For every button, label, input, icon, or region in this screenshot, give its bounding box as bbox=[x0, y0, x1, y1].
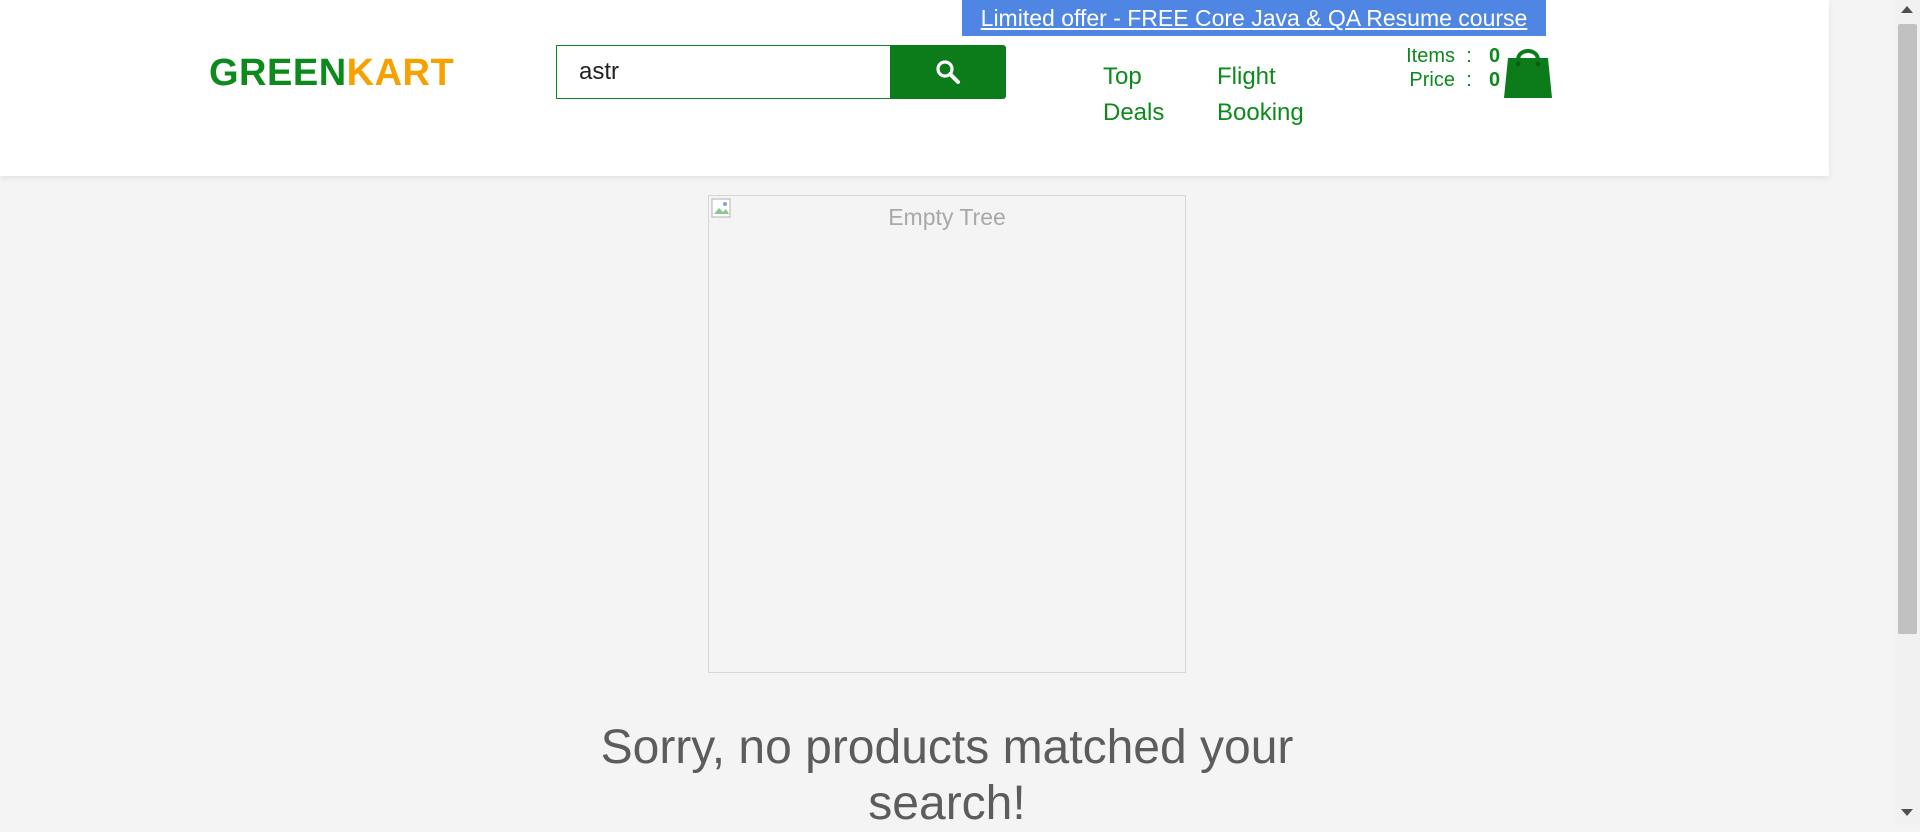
promo-banner: Limited offer - FREE Core Java & QA Resu… bbox=[962, 0, 1546, 36]
search-icon bbox=[936, 60, 960, 84]
items-separator: : bbox=[1466, 45, 1472, 67]
cart-price-row: Price : 0 bbox=[1370, 68, 1502, 92]
nav-top-deals-link[interactable]: Top Deals bbox=[1103, 59, 1164, 131]
logo-green-part: GREEN bbox=[209, 52, 347, 94]
price-label: Price bbox=[1409, 69, 1455, 91]
scroll-up-arrow-icon[interactable] bbox=[1901, 6, 1913, 13]
items-label: Items bbox=[1406, 45, 1455, 67]
search-button[interactable] bbox=[890, 45, 1006, 99]
site-header: Limited offer - FREE Core Java & QA Resu… bbox=[0, 0, 1829, 176]
logo-kart-part: KART bbox=[346, 52, 455, 94]
price-value: 0 bbox=[1489, 69, 1501, 91]
promo-link[interactable]: Limited offer - FREE Core Java & QA Resu… bbox=[981, 5, 1528, 32]
cart-items-row: Items : 0 bbox=[1370, 44, 1502, 68]
nav-flight-booking-link[interactable]: Flight Booking bbox=[1217, 59, 1327, 131]
image-alt-text: Empty Tree bbox=[888, 204, 1006, 230]
cart-summary: Items : 0 Price : 0 bbox=[1370, 44, 1502, 92]
search-input[interactable] bbox=[556, 45, 890, 99]
empty-tree-image: Empty Tree bbox=[708, 195, 1186, 673]
items-count: 0 bbox=[1489, 45, 1501, 67]
scrollbar-thumb[interactable] bbox=[1898, 24, 1917, 634]
no-results-message: Sorry, no products matched your search! bbox=[600, 721, 1294, 830]
cart-button[interactable] bbox=[1502, 42, 1554, 100]
scroll-down-arrow-icon[interactable] bbox=[1901, 809, 1913, 816]
price-separator: : bbox=[1466, 69, 1472, 91]
greenkart-logo: GREENKART bbox=[209, 52, 454, 95]
search-bar bbox=[556, 45, 1006, 99]
shopping-bag-icon bbox=[1504, 49, 1552, 98]
